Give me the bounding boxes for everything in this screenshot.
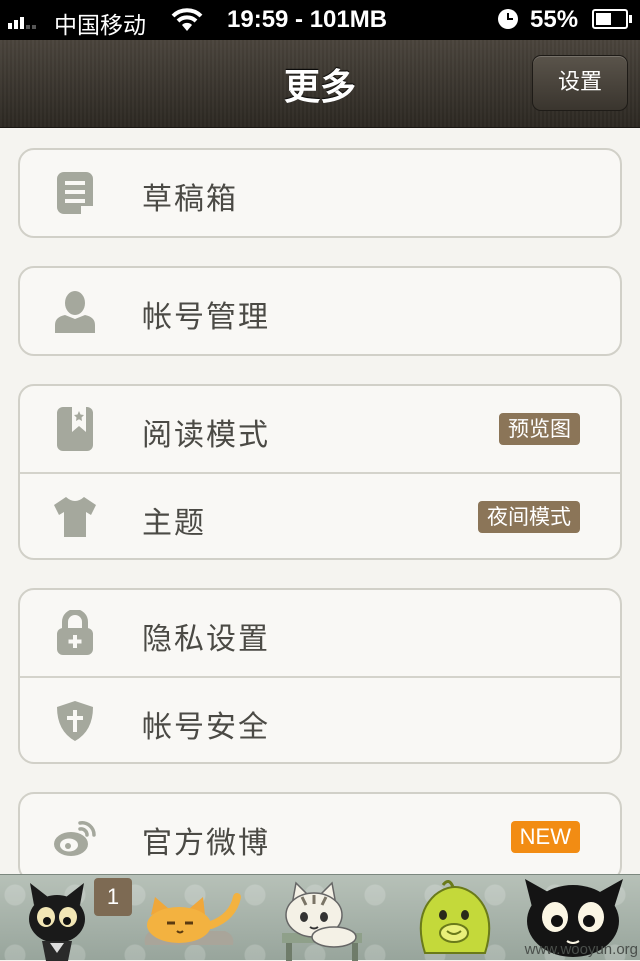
group-reading: 阅读模式 预览图 主题 夜间模式	[18, 384, 622, 560]
bookmark-icon	[50, 404, 100, 454]
tab-orange-cat[interactable]	[135, 875, 255, 961]
reading-mode-label: 阅读模式	[142, 418, 270, 453]
preview-badge: 预览图	[499, 413, 580, 445]
new-badge: NEW	[510, 821, 580, 853]
tab-striped-cat[interactable]	[262, 875, 382, 961]
group-privacy: 隐私设置 帐号安全	[18, 588, 622, 764]
draft-icon	[50, 168, 100, 218]
settings-button[interactable]: 设置	[532, 55, 628, 111]
orange-cat-icon	[144, 893, 241, 945]
striped-cat-icon	[282, 881, 362, 961]
account-management-label: 帐号管理	[142, 300, 270, 335]
user-icon	[50, 286, 100, 336]
list-item-account-security[interactable]: 帐号安全	[20, 676, 620, 762]
shirt-icon	[50, 492, 100, 542]
tab-black-cat[interactable]: 1	[10, 875, 132, 961]
drafts-label: 草稿箱	[142, 182, 238, 217]
lock-icon	[50, 608, 100, 658]
status-bar: 中国移动 19:59 - 101MB 55%	[0, 0, 640, 40]
shield-icon	[50, 696, 100, 746]
group-weibo: 官方微博 NEW	[18, 792, 622, 874]
list-item-privacy-settings[interactable]: 隐私设置	[20, 590, 620, 676]
nav-bar: 更多 设置	[0, 40, 640, 128]
theme-label: 主题	[142, 506, 206, 541]
group-account: 帐号管理	[18, 266, 622, 356]
wifi-icon	[170, 7, 204, 40]
settings-list: 草稿箱 帐号管理 阅读模式 预览图 主题 夜间模式 隐私设置 帐号安全 官方微博…	[0, 128, 640, 874]
battery-percent: 55%	[530, 6, 579, 33]
green-creature-icon	[419, 880, 491, 954]
tab-bar: 1 www.wooyun.org	[0, 874, 640, 961]
privacy-settings-label: 隐私设置	[142, 622, 270, 657]
account-security-label: 帐号安全	[142, 710, 270, 745]
signal-icon	[8, 11, 36, 29]
clock-icon	[498, 9, 518, 29]
list-item-official-weibo[interactable]: 官方微博 NEW	[20, 794, 620, 874]
battery-icon	[592, 9, 632, 29]
list-item-reading-mode[interactable]: 阅读模式 预览图	[20, 386, 620, 472]
list-item-account-management[interactable]: 帐号管理	[20, 268, 620, 354]
list-item-drafts[interactable]: 草稿箱	[20, 150, 620, 236]
carrier-name: 中国移动	[54, 13, 146, 39]
weibo-icon	[50, 812, 100, 862]
night-mode-badge: 夜间模式	[478, 501, 580, 533]
official-weibo-label: 官方微博	[142, 826, 270, 861]
list-item-theme[interactable]: 主题 夜间模式	[20, 472, 620, 558]
tab-badge-count: 1	[94, 878, 132, 916]
tab-green-creature[interactable]	[405, 875, 525, 961]
group-drafts: 草稿箱	[18, 148, 622, 238]
status-time: 19:59 - 101MB	[227, 6, 388, 33]
watermark: www.wooyun.org	[524, 941, 638, 958]
